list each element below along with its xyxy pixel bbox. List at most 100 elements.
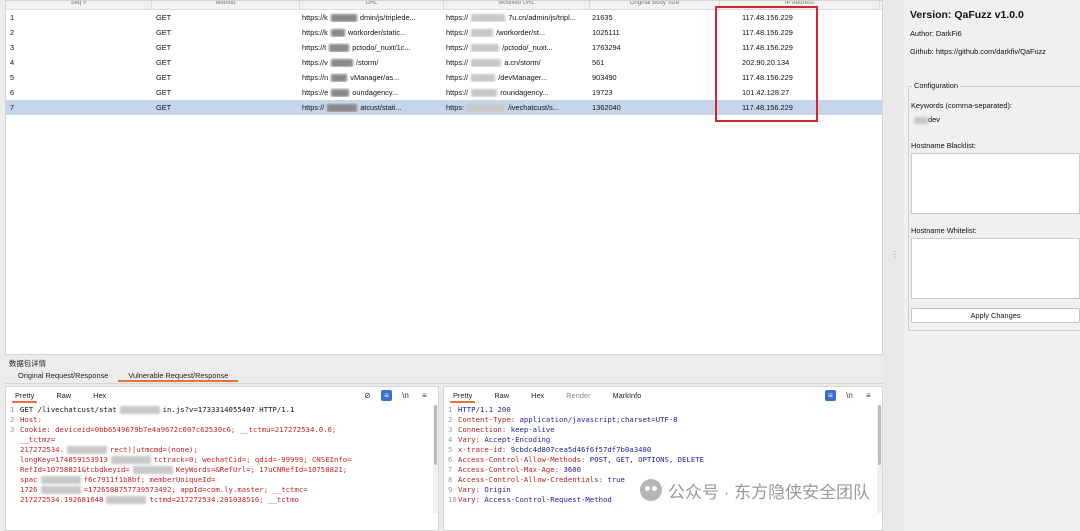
table-row[interactable]: 5 GET https://n vManager/as... https:///devM… bbox=[6, 70, 882, 85]
code-line: RefId=10758821&tcbdkeyid= KeyWords=&RefUr… bbox=[20, 465, 348, 474]
resp-tab-pretty[interactable]: Pretty bbox=[450, 389, 476, 403]
cell-body-size: 1362040 bbox=[592, 103, 621, 112]
cell-method: GET bbox=[156, 28, 172, 37]
cell-seq: 4 bbox=[10, 58, 15, 67]
col-url[interactable]: URL bbox=[300, 1, 444, 10]
request-panel: Pretty Raw Hex ⊘ ≡ \n ≡ 1 GET /livechatcu… bbox=[5, 386, 439, 531]
table-row[interactable]: 3 GET https://t pctodo/_nuxt/1c... https:///… bbox=[6, 40, 882, 55]
keywords-value: dev bbox=[928, 115, 940, 124]
response-scrollbar[interactable] bbox=[877, 405, 882, 513]
cell-body-size: 561 bbox=[592, 58, 605, 67]
cell-method: GET bbox=[156, 13, 172, 22]
cell-body-size: 21635 bbox=[592, 13, 613, 22]
code-line: spac f6c7911f1b8bf; memberUniqueId= bbox=[20, 475, 216, 484]
cell-url: https://n vManager/as... bbox=[302, 72, 400, 83]
menu-icon[interactable]: ≡ bbox=[419, 390, 430, 401]
req-tab-pretty[interactable]: Pretty bbox=[12, 389, 38, 403]
cell-seq: 5 bbox=[10, 73, 15, 82]
cell-method: GET bbox=[156, 73, 172, 82]
cell-url: https://t pctodo/_nuxt/1c... bbox=[302, 42, 411, 53]
cell-url: https://atcust/stati... bbox=[302, 102, 402, 113]
cell-seq: 2 bbox=[10, 28, 15, 37]
code-line: 1 HTTP/1.1 200 bbox=[448, 405, 511, 414]
newline-icon[interactable]: \n bbox=[844, 390, 855, 401]
cell-ip: 117.48.156.229 bbox=[742, 43, 793, 52]
keywords-input[interactable]: dev bbox=[911, 114, 1080, 127]
code-line: 8 Access-Control-Allow-Credentials: true bbox=[448, 475, 625, 484]
github-label: Github: https://github.com/darkfiv/QaFuz… bbox=[910, 47, 1046, 56]
code-line: longKey=174859153913 tctrack=0; wechatCid… bbox=[20, 455, 352, 464]
whitelist-label: Hostname Whitelist: bbox=[911, 226, 977, 235]
cell-modified-url: https:///workorder/st... bbox=[446, 27, 546, 38]
code-line: 1726 =172658875773957349­2; appId=com.ly.… bbox=[20, 485, 308, 494]
resp-tab-raw[interactable]: Raw bbox=[491, 389, 512, 403]
results-pane: Seq # Method URL Modified URL Original B… bbox=[0, 0, 884, 531]
author-label: Author: DarkFi6 bbox=[910, 29, 962, 38]
blacklist-textarea[interactable] bbox=[911, 153, 1080, 214]
col-body-size[interactable]: Original Body Size bbox=[590, 1, 720, 10]
req-tab-hex[interactable]: Hex bbox=[90, 389, 109, 403]
col-method[interactable]: Method bbox=[152, 1, 300, 10]
response-body[interactable]: 1 HTTP/1.1 200 2 Content-Type: application/… bbox=[444, 405, 882, 505]
hide-icon[interactable]: ⊘ bbox=[362, 390, 373, 401]
table-row[interactable]: 1 GET https://k dmin/js/triplede... https://… bbox=[6, 10, 882, 25]
col-modified-url[interactable]: Modified URL bbox=[444, 1, 590, 10]
code-line: __tctmz= bbox=[20, 435, 56, 444]
code-line: 7 Access-Control-Max-Age: 3600 bbox=[448, 465, 582, 474]
cell-modified-url: https://roundagency... bbox=[446, 87, 549, 98]
code-line: 2 Host: bbox=[10, 415, 42, 424]
wrap-icon[interactable]: ≡ bbox=[825, 390, 836, 401]
cell-body-size: 1763294 bbox=[592, 43, 621, 52]
resp-tab-render[interactable]: Render bbox=[563, 389, 593, 403]
request-body[interactable]: 1 GET /livechatcust/stat in.js?v=173331405… bbox=[6, 405, 438, 505]
configuration-label: Configuration bbox=[912, 81, 960, 90]
code-line: 6 Access-Control-Allow-Methods: POST, GET… bbox=[448, 455, 705, 464]
request-scrollbar[interactable] bbox=[433, 405, 438, 513]
cell-seq: 6 bbox=[10, 88, 15, 97]
response-toolbar: Pretty Raw Hex Render MarkInfo ≡ \n ≡ bbox=[444, 387, 882, 405]
wrap-icon[interactable]: ≡ bbox=[381, 390, 392, 401]
cell-modified-url: https:///devManager... bbox=[446, 72, 548, 83]
cell-method: GET bbox=[156, 103, 172, 112]
cell-method: GET bbox=[156, 58, 172, 67]
cell-seq: 7 bbox=[10, 103, 15, 112]
cell-ip: 117.48.156.229 bbox=[742, 73, 793, 82]
whitelist-textarea[interactable] bbox=[911, 238, 1080, 299]
response-panel: Pretty Raw Hex Render MarkInfo ≡ \n ≡ 1H… bbox=[443, 386, 883, 531]
blacklist-label: Hostname Blacklist: bbox=[911, 141, 976, 150]
code-line: 217272534. rect)|utmcmd=(none); bbox=[20, 445, 198, 454]
apply-changes-button[interactable]: Apply Changes bbox=[911, 308, 1080, 323]
cell-modified-url: https://a.cn/storm/ bbox=[446, 57, 541, 68]
req-tab-raw[interactable]: Raw bbox=[53, 389, 74, 403]
cell-url: https://v/storm/ bbox=[302, 57, 379, 68]
app-window: Seq # Method URL Modified URL Original B… bbox=[0, 0, 1080, 531]
table-header: Seq # Method URL Modified URL Original B… bbox=[6, 1, 882, 10]
table-body: 1 GET https://k dmin/js/triplede... https://… bbox=[6, 10, 882, 115]
cell-body-size: 1025111 bbox=[592, 28, 620, 37]
col-seq[interactable]: Seq # bbox=[6, 1, 152, 10]
cell-url: https://k workorder/static... bbox=[302, 27, 407, 38]
col-ip[interactable]: IP Address bbox=[720, 1, 880, 10]
tab-original[interactable]: Original Request/Response bbox=[8, 370, 118, 382]
tab-vulnerable[interactable]: Vulnerable Request/Response bbox=[118, 370, 239, 382]
resp-tab-hex[interactable]: Hex bbox=[528, 389, 547, 403]
code-line: 3 Cookie: deviceid=0bb6549679b7e4a9672c00… bbox=[10, 425, 337, 434]
table-row[interactable]: 2 GET https://k workorder/static... https://… bbox=[6, 25, 882, 40]
split-divider[interactable]: ⋮ bbox=[884, 0, 904, 531]
table-row[interactable]: 7 GET https://atcust/stati... https:/ivecha… bbox=[6, 100, 882, 115]
menu-icon[interactable]: ≡ bbox=[863, 390, 874, 401]
code-line: 10Vary: Access-Control-Request-Method bbox=[448, 495, 612, 504]
version-label: Version: QaFuzz v1.0.0 bbox=[910, 9, 1024, 21]
detail-tabs: Original Request/Response Vulnerable Req… bbox=[8, 370, 239, 382]
cell-ip: 202.90.20.134 bbox=[742, 58, 790, 67]
cell-url: https://e oundagency... bbox=[302, 87, 399, 98]
code-line: 2 Content-Type: application/javascript;ch… bbox=[448, 415, 678, 424]
table-row[interactable]: 4 GET https://v/storm/https://a.cn/storm/5… bbox=[6, 55, 882, 70]
table-row[interactable]: 6 GET https://e oundagency... https://rounda… bbox=[6, 85, 882, 100]
resp-tab-markinfo[interactable]: MarkInfo bbox=[610, 389, 645, 403]
newline-icon[interactable]: \n bbox=[400, 390, 411, 401]
cell-modified-url: https:///pctodo/_nuxt... bbox=[446, 42, 553, 53]
cell-method: GET bbox=[156, 88, 172, 97]
code-line: 5 x-trace-id: 9cbdc4d807cea5d46f6f57df7b0… bbox=[448, 445, 652, 454]
cell-body-size: 903490 bbox=[592, 73, 617, 82]
